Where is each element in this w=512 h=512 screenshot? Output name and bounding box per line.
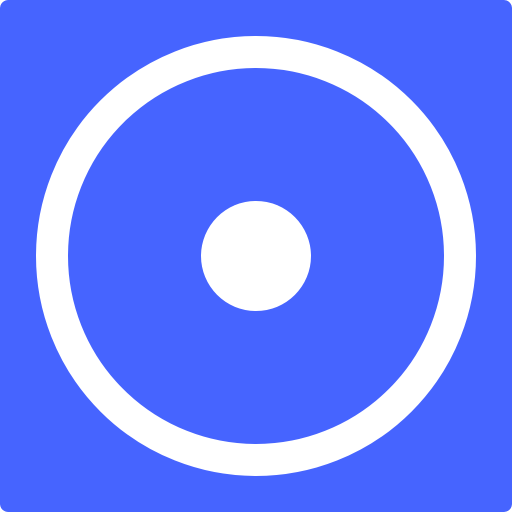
center-dot [201, 201, 311, 311]
record-icon [0, 0, 512, 512]
record-icon-graphic [0, 0, 512, 512]
